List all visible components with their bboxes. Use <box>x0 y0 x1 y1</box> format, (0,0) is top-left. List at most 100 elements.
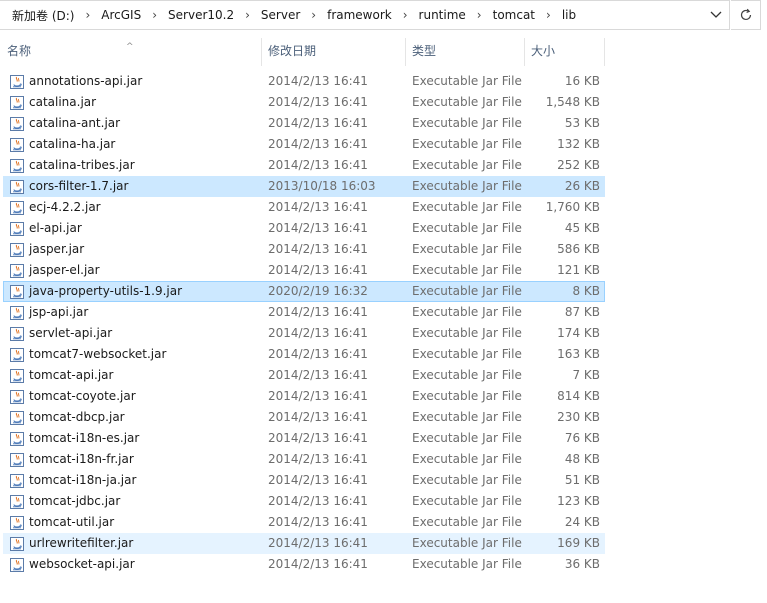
file-row[interactable]: jasper-el.jar 2014/2/13 16:41 Executable J… <box>3 260 605 281</box>
breadcrumb-separator-icon[interactable]: › <box>236 8 259 22</box>
breadcrumb[interactable]: 新加卷 (D:) › ArcGIS › Server10.2 › Server › framew… <box>0 0 730 30</box>
file-size: 51 KB <box>564 473 600 487</box>
file-size: 252 KB <box>557 158 600 172</box>
file-row[interactable]: catalina-tribes.jar 2014/2/13 16:41 Execut… <box>3 155 605 176</box>
jar-file-icon <box>9 158 25 174</box>
jar-file-icon <box>9 368 25 384</box>
jar-file-icon <box>9 494 25 510</box>
jar-file-icon <box>9 116 25 132</box>
file-name: tomcat-i18n-fr.jar <box>29 452 134 466</box>
jar-file-icon <box>9 557 25 573</box>
file-row[interactable]: el-api.jar 2014/2/13 16:41 Executable Jar … <box>3 218 605 239</box>
file-type: Executable Jar File <box>412 74 522 88</box>
file-date: 2020/2/19 16:32 <box>268 284 368 298</box>
breadcrumb-separator-icon[interactable]: › <box>468 8 491 22</box>
column-header-date[interactable]: 修改日期 <box>262 38 406 66</box>
breadcrumb-item[interactable]: lib <box>560 8 578 22</box>
file-name: ecj-4.2.2.jar <box>29 200 101 214</box>
file-row[interactable]: tomcat7-websocket.jar 2014/2/13 16:41 Exec… <box>3 344 605 365</box>
file-row[interactable]: jsp-api.jar 2014/2/13 16:41 Executable Jar… <box>3 302 605 323</box>
jar-file-icon <box>9 452 25 468</box>
file-date: 2014/2/13 16:41 <box>268 431 368 445</box>
file-size: 48 KB <box>564 452 600 466</box>
file-type: Executable Jar File <box>412 263 522 277</box>
breadcrumb-separator-icon[interactable]: › <box>76 8 99 22</box>
file-size: 169 KB <box>557 536 600 550</box>
file-row[interactable]: tomcat-jdbc.jar 2014/2/13 16:41 Executable… <box>3 491 605 512</box>
breadcrumb-item[interactable]: Server <box>259 8 302 22</box>
file-row[interactable]: catalina-ha.jar 2014/2/13 16:41 Executable… <box>3 134 605 155</box>
file-size: 814 KB <box>557 389 600 403</box>
file-row[interactable]: catalina-ant.jar 2014/2/13 16:41 Executabl… <box>3 113 605 134</box>
file-row[interactable]: websocket-api.jar 2014/2/13 16:41 Executab… <box>3 554 605 575</box>
file-name: websocket-api.jar <box>29 557 135 571</box>
file-list: annotations-api.jar 2014/2/13 16:41 Execut… <box>0 71 767 575</box>
file-name: tomcat7-websocket.jar <box>29 347 167 361</box>
file-row[interactable]: jasper.jar 2014/2/13 16:41 Executable Jar … <box>3 239 605 260</box>
breadcrumb-separator-icon[interactable]: › <box>143 8 166 22</box>
file-row[interactable]: tomcat-api.jar 2014/2/13 16:41 Executable … <box>3 365 605 386</box>
address-history-button[interactable] <box>702 1 729 29</box>
file-size: 53 KB <box>564 116 600 130</box>
file-type: Executable Jar File <box>412 305 522 319</box>
file-date: 2014/2/13 16:41 <box>268 368 368 382</box>
file-type: Executable Jar File <box>412 431 522 445</box>
jar-file-icon <box>9 95 25 111</box>
breadcrumb-item[interactable]: Server10.2 <box>166 8 236 22</box>
file-type: Executable Jar File <box>412 179 522 193</box>
file-date: 2014/2/13 16:41 <box>268 263 368 277</box>
file-type: Executable Jar File <box>412 242 522 256</box>
file-type: Executable Jar File <box>412 95 522 109</box>
file-row[interactable]: servlet-api.jar 2014/2/13 16:41 Executable… <box>3 323 605 344</box>
breadcrumb-separator-icon[interactable]: › <box>302 8 325 22</box>
file-row[interactable]: tomcat-coyote.jar 2014/2/13 16:41 Executab… <box>3 386 605 407</box>
breadcrumb-item[interactable]: ArcGIS <box>99 8 143 22</box>
file-size: 121 KB <box>557 263 600 277</box>
file-name: servlet-api.jar <box>29 326 113 340</box>
file-name: urlrewritefilter.jar <box>29 536 134 550</box>
column-header-type[interactable]: 类型 <box>406 38 525 66</box>
file-name: tomcat-api.jar <box>29 368 114 382</box>
file-date: 2014/2/13 16:41 <box>268 95 368 109</box>
file-size: 16 KB <box>564 74 600 88</box>
file-row[interactable]: java-property-utils-1.9.jar 2020/2/19 16:… <box>3 281 605 302</box>
breadcrumb-item[interactable]: 新加卷 (D:) <box>10 7 76 24</box>
file-row[interactable]: tomcat-dbcp.jar 2014/2/13 16:41 Executable… <box>3 407 605 428</box>
file-row[interactable]: tomcat-i18n-es.jar 2014/2/13 16:41 Executa… <box>3 428 605 449</box>
column-header-name[interactable]: 名称 ^ <box>0 38 262 66</box>
breadcrumb-separator-icon[interactable]: › <box>537 8 560 22</box>
jar-file-icon <box>9 305 25 321</box>
jar-file-icon <box>9 74 25 90</box>
file-type: Executable Jar File <box>412 326 522 340</box>
file-row[interactable]: tomcat-i18n-fr.jar 2014/2/13 16:41 Executa… <box>3 449 605 470</box>
file-size: 123 KB <box>557 494 600 508</box>
breadcrumb-item[interactable]: framework <box>325 8 394 22</box>
file-type: Executable Jar File <box>412 116 522 130</box>
file-row[interactable]: catalina.jar 2014/2/13 16:41 Executable Ja… <box>3 92 605 113</box>
breadcrumb-item[interactable]: runtime <box>417 8 468 22</box>
file-type: Executable Jar File <box>412 200 522 214</box>
file-row[interactable]: tomcat-i18n-ja.jar 2014/2/13 16:41 Executa… <box>3 470 605 491</box>
file-row[interactable]: ecj-4.2.2.jar 2014/2/13 16:41 Executable J… <box>3 197 605 218</box>
breadcrumb-separator-icon[interactable]: › <box>394 8 417 22</box>
file-name: cors-filter-1.7.jar <box>29 179 129 193</box>
file-row[interactable]: cors-filter-1.7.jar 2013/10/18 16:03 Execu… <box>3 176 605 197</box>
file-type: Executable Jar File <box>412 494 522 508</box>
column-header-size[interactable]: 大小 <box>525 38 605 66</box>
breadcrumb-item[interactable]: tomcat <box>491 8 537 22</box>
file-row[interactable]: annotations-api.jar 2014/2/13 16:41 Execut… <box>3 71 605 92</box>
file-date: 2014/2/13 16:41 <box>268 74 368 88</box>
sort-up-icon: ^ <box>126 42 134 52</box>
file-name: catalina-ant.jar <box>29 116 121 130</box>
file-size: 45 KB <box>564 221 600 235</box>
column-header-date-label: 修改日期 <box>268 44 317 58</box>
file-row[interactable]: tomcat-util.jar 2014/2/13 16:41 Executable… <box>3 512 605 533</box>
file-type: Executable Jar File <box>412 389 522 403</box>
file-name: java-property-utils-1.9.jar <box>29 284 183 298</box>
file-date: 2014/2/13 16:41 <box>268 305 368 319</box>
file-size: 230 KB <box>557 410 600 424</box>
refresh-button[interactable] <box>731 0 761 30</box>
file-row[interactable]: urlrewritefilter.jar 2014/2/13 16:41 Execu… <box>3 533 605 554</box>
file-date: 2014/2/13 16:41 <box>268 410 368 424</box>
file-date: 2014/2/13 16:41 <box>268 452 368 466</box>
